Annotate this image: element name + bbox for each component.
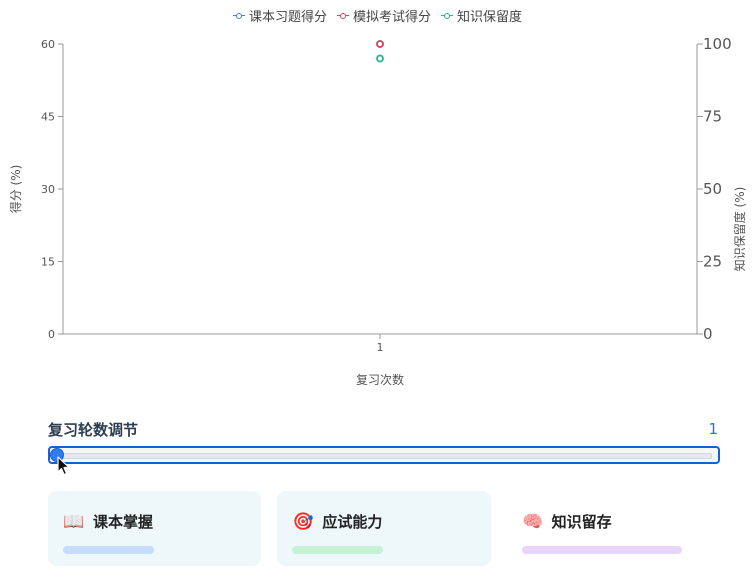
review-rounds-slider-section: 复习轮数调节 1: [48, 418, 720, 476]
legend: 课本习题得分 模拟考试得分 知识保留度: [0, 6, 755, 25]
data-point-exam: [376, 40, 384, 48]
left-y-axis-label: 得分 (%): [8, 165, 23, 214]
legend-label-retention: 知识保留度: [457, 10, 523, 25]
card-knowledge-retention[interactable]: 🧠 知识留存: [506, 491, 720, 566]
right-y-tick-label: 25: [703, 253, 722, 271]
legend-label-textbook: 课本习题得分: [248, 10, 327, 25]
legend-marker-textbook: [232, 11, 245, 21]
x-tick-label: 1: [377, 341, 384, 354]
right-y-tick-label: 0: [703, 325, 713, 343]
left-y-tick-label: 15: [41, 256, 55, 269]
left-y-tick-label: 30: [41, 183, 55, 196]
card-title: 知识留存: [551, 513, 612, 531]
right-y-tick-label: 100: [703, 35, 732, 53]
legend-item-textbook[interactable]: 课本习题得分: [232, 6, 327, 25]
card-progress-bar: [63, 546, 155, 554]
legend-marker-exam: [336, 11, 349, 21]
legend-label-exam: 模拟考试得分: [352, 10, 431, 25]
target-icon: 🎯: [292, 511, 314, 532]
slider-value: 1: [708, 420, 718, 438]
left-y-tick-label: 45: [41, 111, 55, 124]
book-icon: 📖: [63, 511, 85, 532]
card-title: 课本掌握: [93, 513, 154, 531]
slider-title: 复习轮数调节: [48, 420, 139, 439]
right-y-tick-label: 75: [703, 108, 722, 126]
left-y-tick-label: 60: [41, 38, 55, 51]
card-progress-bar: [292, 546, 384, 554]
left-y-tick-label: 0: [48, 328, 55, 341]
data-point-retention: [376, 54, 384, 63]
summary-cards: 📖 课本掌握 🎯 应试能力 🧠 知识留存: [48, 491, 720, 566]
legend-item-retention[interactable]: 知识保留度: [441, 6, 522, 25]
legend-item-exam[interactable]: 模拟考试得分: [336, 6, 431, 25]
card-textbook-mastery[interactable]: 📖 课本掌握: [48, 491, 262, 566]
card-progress-bar: [521, 546, 683, 554]
right-y-tick-label: 50: [703, 180, 722, 198]
x-axis-label: 复习次数: [356, 372, 404, 387]
card-exam-ability[interactable]: 🎯 应试能力: [277, 491, 491, 566]
right-y-axis-label: 知识保留度 (%): [732, 187, 747, 272]
brain-icon: 🧠: [522, 511, 544, 532]
review-rounds-slider[interactable]: [48, 446, 720, 476]
chart: 0 15 30 45 60 0 25 50 75 100 1 复习次数 得分 (%) 知识保留度 (%): [8, 35, 747, 387]
legend-marker-retention: [441, 11, 453, 21]
mouse-cursor-icon: [57, 456, 70, 476]
card-title: 应试能力: [322, 513, 383, 531]
